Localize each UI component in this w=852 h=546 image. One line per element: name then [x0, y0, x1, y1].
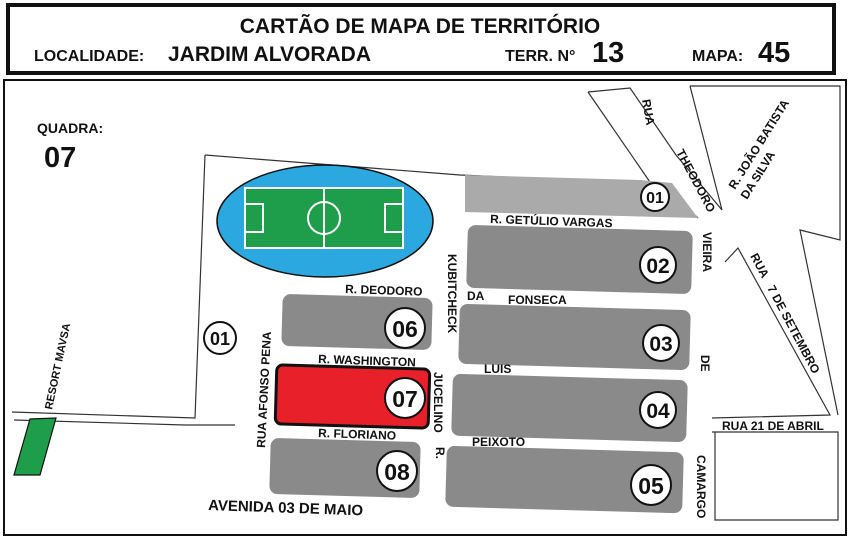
map-canvas: CARTÃO DE MAPA DE TERRITÓRIO LOCALIDADE:… [3, 3, 847, 536]
localidade-label: LOCALIDADE: [34, 48, 144, 65]
badge-05: 05 [638, 473, 664, 499]
badge-06: 06 [392, 316, 418, 342]
localidade-value: JARDIM ALVORADA [168, 43, 371, 66]
street-camargo: CAMARGO [694, 455, 708, 518]
terr-value: 13 [592, 37, 624, 69]
street-r-prefix: R. [433, 447, 447, 459]
street-peixoto: PEIXOTO [472, 435, 525, 449]
card-title: CARTÃO DE MAPA DE TERRITÓRIO [240, 14, 601, 38]
street-floriano: R. FLORIANO [318, 426, 396, 443]
street-de: DE [698, 355, 712, 372]
mapa-value: 45 [758, 37, 790, 69]
badge-01-top: 01 [646, 190, 664, 207]
quadra-label: QUADRA: [37, 120, 103, 136]
badge-02: 02 [646, 255, 669, 278]
badge-03: 03 [649, 333, 672, 356]
street-jucelino: JUCELINO [431, 372, 445, 433]
street-luis: LUIS [484, 362, 511, 376]
terr-label: TERR. N° [505, 48, 575, 65]
quadra-value: 07 [44, 142, 76, 174]
badge-07: 07 [392, 386, 418, 412]
street-kubitcheck: KUBITCHECK [445, 254, 459, 334]
badge-01-left: 01 [210, 329, 230, 349]
mapa-label: MAPA: [692, 48, 743, 65]
street-da: DA [467, 289, 485, 303]
street-deodoro: R. DEODORO [345, 282, 423, 299]
street-rua21: RUA 21 DE ABRIL [722, 419, 824, 433]
street-fonseca: FONSECA [508, 293, 567, 307]
badge-08: 08 [384, 459, 410, 485]
badge-04: 04 [646, 400, 670, 423]
territory-map-card: CARTÃO DE MAPA DE TERRITÓRIO LOCALIDADE:… [0, 0, 852, 546]
street-vieira: VIEIRA [700, 232, 714, 272]
